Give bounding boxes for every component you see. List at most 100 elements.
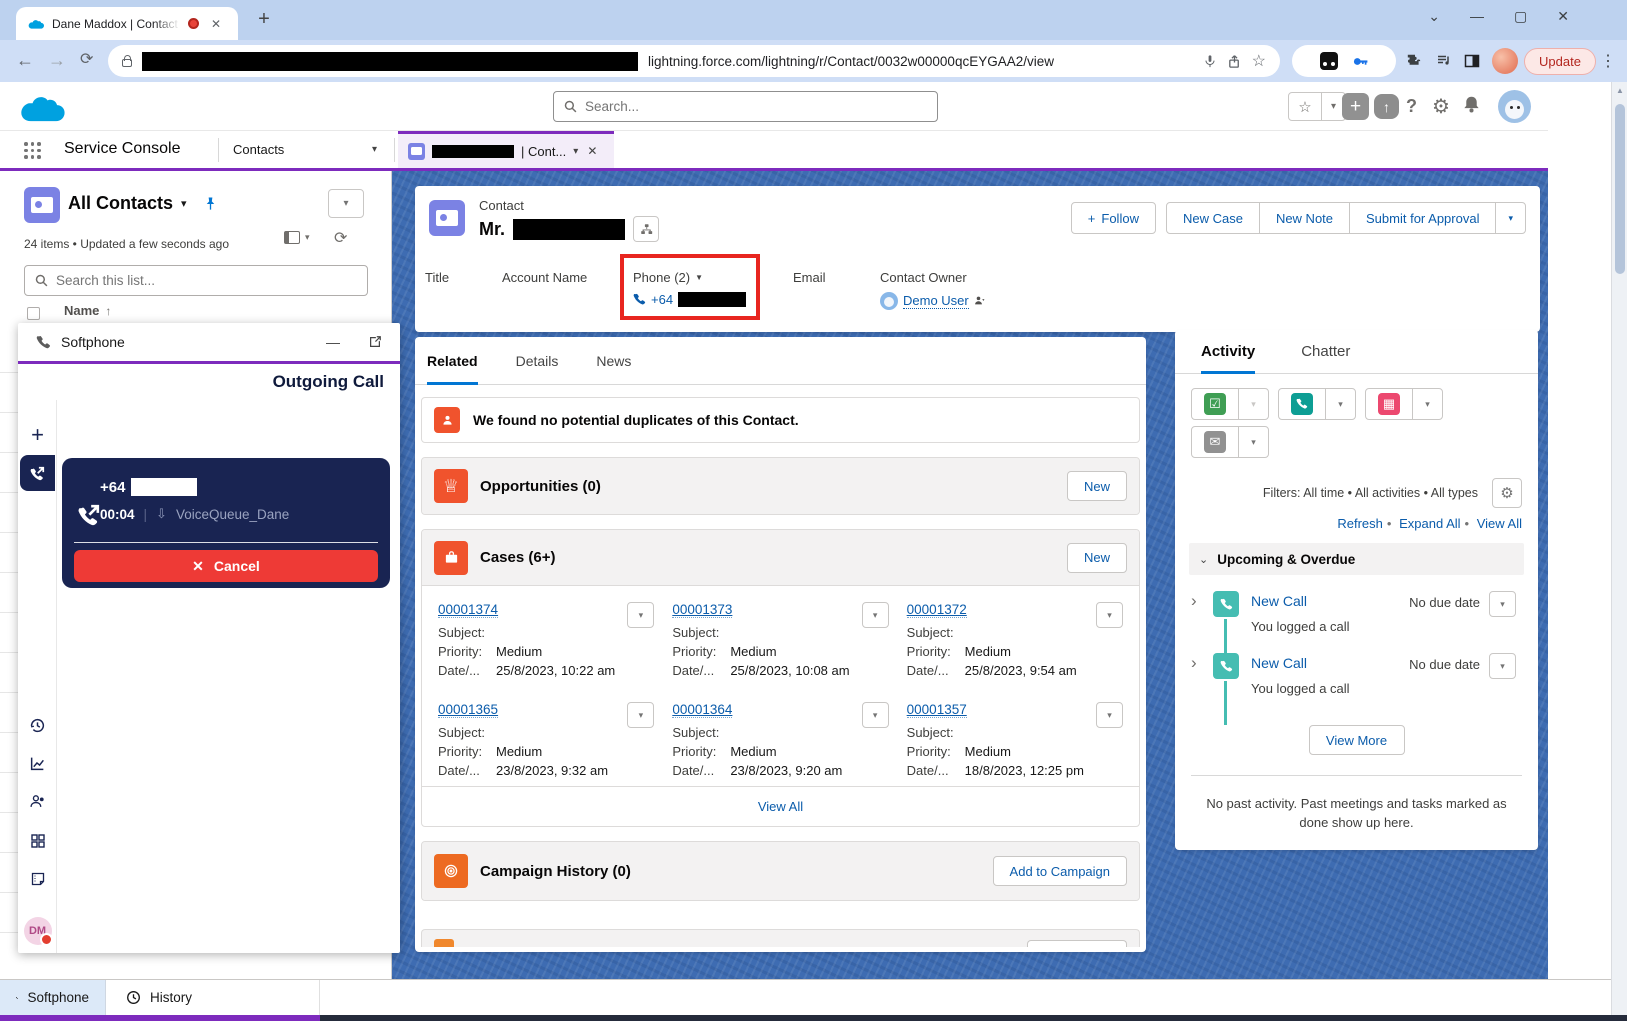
page-scrollbar[interactable]: ▲ xyxy=(1611,82,1627,1015)
back-icon[interactable]: ← xyxy=(16,50,34,70)
select-all-checkbox[interactable] xyxy=(27,307,40,320)
case-number-link[interactable]: 00001374 xyxy=(438,602,498,618)
global-search-input[interactable] xyxy=(585,99,927,114)
sidebar-toggle-icon[interactable] xyxy=(1464,53,1480,69)
new-task-button[interactable]: ☑ xyxy=(1192,389,1238,419)
display-as-button[interactable]: ▾ xyxy=(284,231,310,244)
guidance-center-icon[interactable]: ↑ xyxy=(1374,94,1399,119)
refresh-list-icon[interactable]: ⟳ xyxy=(334,228,347,248)
share-icon[interactable] xyxy=(1227,54,1242,69)
scrollbar-up-icon[interactable]: ▲ xyxy=(1612,86,1627,95)
activity-item-title[interactable]: New Call xyxy=(1251,593,1307,609)
case-number-link[interactable]: 00001365 xyxy=(438,702,498,718)
owner-link[interactable]: Demo User xyxy=(903,293,969,309)
notes-icon[interactable] xyxy=(18,871,57,887)
activity-settings-button[interactable]: ⚙ xyxy=(1492,478,1522,508)
active-call-tab[interactable] xyxy=(20,455,55,491)
campaign-history-title[interactable]: Campaign History (0) xyxy=(480,863,631,880)
global-actions-button[interactable]: + xyxy=(1342,93,1369,120)
workspace-tab-chevron-icon[interactable]: ▾ xyxy=(573,146,578,157)
follow-button[interactable]: +Follow xyxy=(1071,202,1156,234)
window-minimize-icon[interactable]: — xyxy=(1470,8,1484,25)
scrollbar-thumb[interactable] xyxy=(1615,104,1625,274)
case-number-link[interactable]: 00001357 xyxy=(907,702,967,718)
case-number-link[interactable]: 00001373 xyxy=(672,602,732,618)
minimize-widget-icon[interactable]: — xyxy=(326,334,340,350)
expand-item-icon[interactable]: › xyxy=(1191,653,1197,673)
new-call-tab-icon[interactable]: + xyxy=(18,422,57,448)
call-dropdown-icon[interactable]: ▾ xyxy=(1325,389,1355,419)
utility-history-tab[interactable]: History xyxy=(106,980,320,1015)
user-avatar-dm[interactable]: DM xyxy=(18,917,57,945)
list-search[interactable] xyxy=(24,265,368,296)
case-number-link[interactable]: 00001364 xyxy=(672,702,732,718)
view-hierarchy-button[interactable] xyxy=(633,216,659,242)
view-all-cases-link[interactable]: View All xyxy=(758,799,803,814)
call-history-icon[interactable] xyxy=(18,717,57,734)
add-to-campaign-button[interactable]: Add to Campaign xyxy=(993,856,1127,886)
user-avatar[interactable] xyxy=(1498,90,1531,123)
phone-value-link[interactable]: +64 xyxy=(651,292,673,307)
case-actions-button[interactable]: ▾ xyxy=(1096,602,1123,628)
utility-softphone-tab[interactable]: Softphone xyxy=(0,980,106,1015)
app-launcher-icon[interactable] xyxy=(24,142,41,159)
bookmark-star-icon[interactable]: ☆ xyxy=(1252,51,1266,71)
key-extension-icon[interactable] xyxy=(1352,53,1369,70)
workspace-tab-contact[interactable]: | Cont... ▾ ✕ xyxy=(398,131,614,168)
view-more-button[interactable]: View More xyxy=(1309,725,1405,755)
help-icon[interactable]: ? xyxy=(1406,96,1417,117)
window-close-icon[interactable]: ✕ xyxy=(1557,8,1569,25)
mic-icon[interactable] xyxy=(1203,53,1217,69)
browser-update-button[interactable]: Update xyxy=(1524,48,1596,75)
tab-details[interactable]: Details xyxy=(516,337,559,384)
log-call-button[interactable] xyxy=(1279,389,1325,419)
task-dropdown-icon[interactable]: ▾ xyxy=(1238,389,1268,419)
email-dropdown-icon[interactable]: ▾ xyxy=(1238,427,1268,457)
new-tab-button[interactable]: + xyxy=(252,8,276,31)
dashboard-grid-icon[interactable] xyxy=(18,833,57,849)
case-actions-button[interactable]: ▾ xyxy=(627,702,654,728)
forward-icon[interactable]: → xyxy=(48,50,66,70)
expand-item-icon[interactable]: › xyxy=(1191,591,1197,611)
activity-item-title[interactable]: New Call xyxy=(1251,655,1307,671)
cancel-call-button[interactable]: ✕ Cancel xyxy=(74,550,378,582)
pin-icon[interactable] xyxy=(203,196,218,212)
contacts-directory-icon[interactable] xyxy=(18,793,57,810)
favorites-button[interactable]: ☆ ▾ xyxy=(1288,92,1346,121)
change-owner-icon[interactable] xyxy=(974,295,986,307)
stats-chart-icon[interactable] xyxy=(18,755,57,772)
new-opportunity-button[interactable]: New xyxy=(1067,471,1127,501)
notifications-bell-icon[interactable] xyxy=(1462,95,1481,114)
view-all-activity-link[interactable]: View All xyxy=(1477,516,1522,531)
upcoming-overdue-section[interactable]: ⌄ Upcoming & Overdue xyxy=(1189,543,1524,575)
browser-menu-icon[interactable]: ⋮ xyxy=(1600,51,1616,71)
extension-icon[interactable] xyxy=(1320,52,1338,70)
case-actions-button[interactable]: ▾ xyxy=(627,602,654,628)
tab-activity[interactable]: Activity xyxy=(1201,330,1255,373)
case-actions-button[interactable]: ▾ xyxy=(862,702,889,728)
window-menu-icon[interactable]: ⌄ xyxy=(1428,8,1440,25)
tab-close-icon[interactable]: ✕ xyxy=(207,15,225,33)
opportunities-title[interactable]: Opportunities (0) xyxy=(480,478,601,495)
more-actions-button[interactable]: ▾ xyxy=(1495,202,1526,234)
new-note-button[interactable]: New Note xyxy=(1259,202,1350,234)
expand-all-link[interactable]: Expand All xyxy=(1399,516,1460,531)
nav-tab-contacts[interactable]: Contacts xyxy=(233,142,284,157)
activity-item-actions-button[interactable]: ▾ xyxy=(1489,653,1516,679)
reload-icon[interactable]: ⟳ xyxy=(80,50,93,70)
case-actions-button[interactable]: ▾ xyxy=(1096,702,1123,728)
phone-dropdown-icon[interactable]: ▼ xyxy=(695,273,703,282)
new-case-related-button[interactable]: New xyxy=(1067,543,1127,573)
window-maximize-icon[interactable]: ▢ xyxy=(1514,8,1527,25)
cases-title[interactable]: Cases (6+) xyxy=(480,549,555,566)
name-column-header[interactable]: Name xyxy=(64,303,99,318)
activity-filters[interactable]: Filters: All time • All activities • All… xyxy=(1263,486,1478,500)
address-bar[interactable]: lightning.force.com/lightning/r/Contact/… xyxy=(108,45,1280,77)
browser-tab[interactable]: Dane Maddox | Contact | Sal ✕ xyxy=(16,7,238,40)
event-dropdown-icon[interactable]: ▾ xyxy=(1412,389,1442,419)
refresh-link[interactable]: Refresh xyxy=(1337,516,1383,531)
case-actions-button[interactable]: ▾ xyxy=(862,602,889,628)
popout-icon[interactable] xyxy=(368,335,382,349)
list-view-controls-button[interactable]: ▾ xyxy=(328,189,364,218)
submit-for-approval-button[interactable]: Submit for Approval xyxy=(1349,202,1496,234)
